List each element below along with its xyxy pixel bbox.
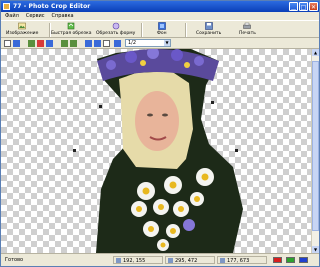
photo-cutout <box>96 49 243 253</box>
mirror-icon[interactable] <box>46 40 53 47</box>
scroll-up-icon[interactable]: ▲ <box>312 49 319 56</box>
quick-crop-button[interactable]: Быстрая обрезка <box>51 22 92 38</box>
edit-toolbar: 1/2 ▼ <box>1 38 319 49</box>
minimize-icon[interactable]: ▁ <box>289 2 298 11</box>
vertical-scrollbar[interactable]: ▲ ▼ <box>311 49 319 253</box>
maximize-icon[interactable]: □ <box>299 2 308 11</box>
quick-crop-icon <box>67 22 75 30</box>
status-text: Готово <box>5 257 24 263</box>
menu-bar: Файл Сервис Справка <box>1 12 319 20</box>
save-icon <box>204 22 213 30</box>
scroll-thumb[interactable] <box>312 61 319 231</box>
crop-handle[interactable] <box>99 105 102 108</box>
main-toolbar: Изображение Быстрая обрезка Обрезать фор… <box>1 20 319 38</box>
crop-shape-icon <box>112 22 119 30</box>
save-button[interactable]: Сохранить <box>196 22 221 38</box>
hand-tool-icon[interactable] <box>103 40 110 47</box>
blue-channel-swatch <box>299 257 308 263</box>
rotate-right-icon[interactable] <box>70 40 77 47</box>
window-title: 77 - Photo Crop Editor <box>13 3 91 10</box>
background-button[interactable]: Фон <box>157 22 167 38</box>
red-channel-swatch <box>273 257 282 263</box>
image-button[interactable]: Изображение <box>6 22 38 38</box>
image-icon <box>18 22 26 30</box>
cursor-icon <box>116 258 121 263</box>
rotate-left-icon[interactable] <box>61 40 68 47</box>
zoom-out-icon[interactable] <box>94 40 101 47</box>
chevron-down-icon: ▼ <box>164 40 170 46</box>
image-canvas[interactable] <box>1 49 311 253</box>
zoom-select[interactable]: 1/2 ▼ <box>125 39 171 47</box>
app-icon <box>3 3 10 10</box>
menu-file[interactable]: Файл <box>5 13 19 19</box>
size-icon <box>168 258 173 263</box>
move-tool-icon[interactable] <box>13 40 20 47</box>
title-bar: 77 - Photo Crop Editor ▁ □ ✕ <box>1 1 319 12</box>
image-size: 295, 472 <box>165 256 215 264</box>
window-controls: ▁ □ ✕ <box>289 2 318 11</box>
toolbar-separator <box>141 23 143 37</box>
point-remove-icon[interactable] <box>37 40 44 47</box>
menu-service[interactable]: Сервис <box>26 13 45 19</box>
refresh-icon[interactable] <box>114 40 121 47</box>
selection-icon <box>220 258 225 263</box>
zoom-in-icon[interactable] <box>85 40 92 47</box>
crop-handle[interactable] <box>211 101 214 104</box>
print-icon <box>243 22 252 29</box>
app-window: 77 - Photo Crop Editor ▁ □ ✕ Файл Сервис… <box>0 0 320 267</box>
menu-help[interactable]: Справка <box>52 13 74 19</box>
toolbar-separator <box>185 23 187 37</box>
status-bar: Готово 192, 155 295, 472 177, 673 <box>1 253 319 266</box>
crop-handle[interactable] <box>235 149 238 152</box>
select-tool-icon[interactable] <box>4 40 11 47</box>
cursor-position: 192, 155 <box>113 256 163 264</box>
close-icon[interactable]: ✕ <box>309 2 318 11</box>
background-icon <box>157 22 166 30</box>
crop-handle[interactable] <box>73 149 76 152</box>
print-button[interactable]: Печать <box>239 22 256 38</box>
point-add-icon[interactable] <box>28 40 35 47</box>
selection-size: 177, 673 <box>217 256 267 264</box>
green-channel-swatch <box>286 257 295 263</box>
crop-shape-button[interactable]: Обрезать форму <box>96 22 135 38</box>
scroll-down-icon[interactable]: ▼ <box>312 246 319 253</box>
